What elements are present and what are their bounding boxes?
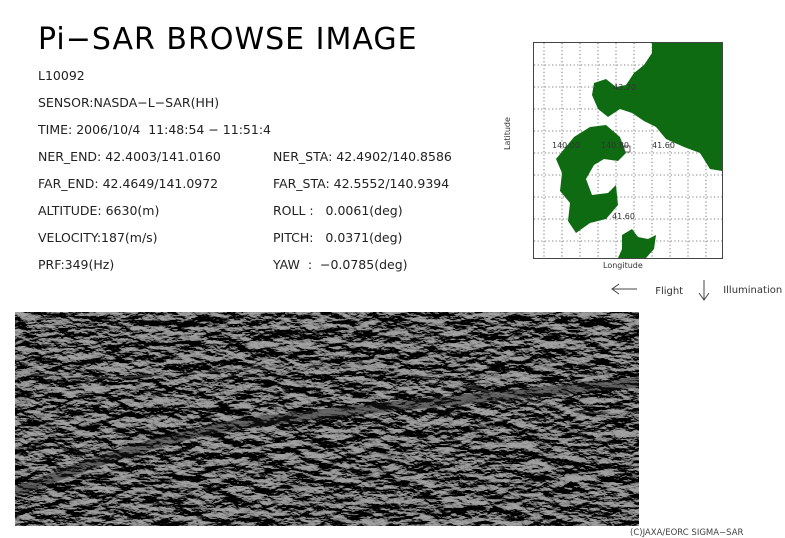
- longitude-axis-label: Longitude: [603, 261, 643, 270]
- land-mass: [556, 43, 722, 258]
- pitch-info: PITCH: 0.0371(deg): [273, 230, 403, 245]
- time-info: TIME: 2006/10/4 11:48:54 − 11:51:4: [38, 122, 271, 137]
- map-label-lon-right: 41.60: [652, 141, 675, 150]
- illumination-legend: Illumination: [698, 279, 782, 304]
- arrow-down-icon: [698, 279, 710, 304]
- map-label-lon-mid: 140.80: [601, 141, 629, 150]
- map-graphic: [534, 43, 722, 258]
- scene-id: L10092: [38, 68, 85, 83]
- velocity-info: VELOCITY:187(m/s): [38, 230, 158, 245]
- map-label-lat-bottom: 41.60: [612, 212, 635, 221]
- page-title: Pi−SAR BROWSE IMAGE: [38, 22, 418, 57]
- near-end-coords: NER_END: 42.4003/141.0160: [38, 149, 221, 164]
- yaw-info: YAW : −0.0785(deg): [273, 257, 408, 272]
- flight-legend: Flight: [610, 283, 683, 298]
- far-end-coords: FAR_END: 42.4649/141.0972: [38, 176, 219, 191]
- flight-label: Flight: [655, 285, 684, 297]
- map-label-lon-left: 140.00: [552, 141, 580, 150]
- prf-info: PRF:349(Hz): [38, 257, 115, 272]
- illumination-label: Illumination: [723, 284, 783, 296]
- arrow-left-icon: [610, 283, 638, 298]
- sensor-info: SENSOR:NASDA−L−SAR(HH): [38, 95, 220, 110]
- location-map: Latitude 43.20 140.00 140.80 41.60 41.60…: [503, 40, 730, 275]
- roll-info: ROLL : 0.0061(deg): [273, 203, 403, 218]
- latitude-axis-label: Latitude: [503, 117, 512, 150]
- map-frame: [533, 42, 723, 259]
- far-start-coords: FAR_STA: 42.5552/140.9394: [273, 176, 450, 191]
- map-label-lat-top: 43.20: [613, 83, 636, 92]
- copyright-text: (C)JAXA/EORC SIGMA−SAR: [630, 528, 744, 538]
- sar-radar-image: [15, 312, 639, 526]
- near-start-coords: NER_STA: 42.4902/140.8586: [273, 149, 452, 164]
- altitude-info: ALTITUDE: 6630(m): [38, 203, 160, 218]
